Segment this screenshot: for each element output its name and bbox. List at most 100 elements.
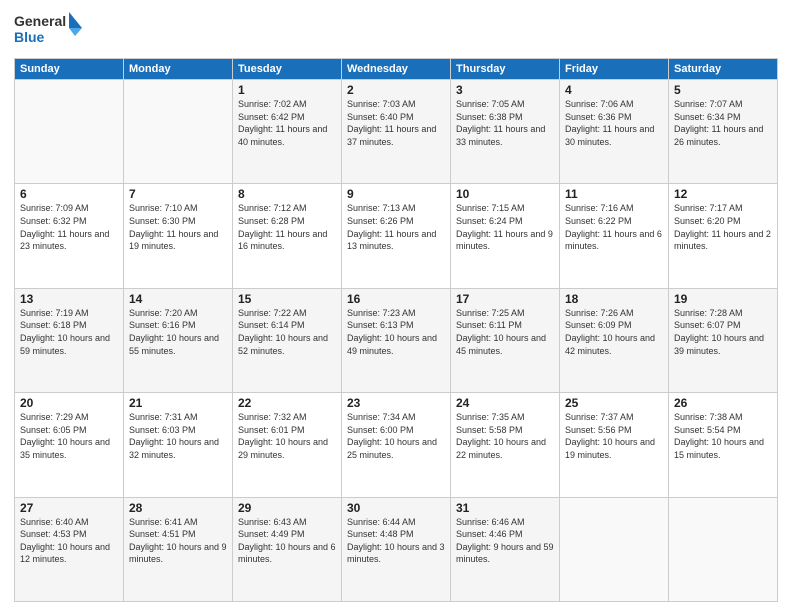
day-info: Sunrise: 7:35 AM Sunset: 5:58 PM Dayligh…: [456, 411, 554, 461]
day-number: 6: [20, 187, 118, 201]
day-header-saturday: Saturday: [669, 59, 778, 80]
day-info: Sunrise: 7:37 AM Sunset: 5:56 PM Dayligh…: [565, 411, 663, 461]
day-number: 14: [129, 292, 227, 306]
calendar-day-cell: 26Sunrise: 7:38 AM Sunset: 5:54 PM Dayli…: [669, 393, 778, 497]
day-number: 13: [20, 292, 118, 306]
day-info: Sunrise: 7:02 AM Sunset: 6:42 PM Dayligh…: [238, 98, 336, 148]
day-info: Sunrise: 6:40 AM Sunset: 4:53 PM Dayligh…: [20, 516, 118, 566]
day-info: Sunrise: 6:41 AM Sunset: 4:51 PM Dayligh…: [129, 516, 227, 566]
day-info: Sunrise: 7:13 AM Sunset: 6:26 PM Dayligh…: [347, 202, 445, 252]
calendar-day-cell: 1Sunrise: 7:02 AM Sunset: 6:42 PM Daylig…: [233, 80, 342, 184]
day-number: 30: [347, 501, 445, 515]
day-info: Sunrise: 7:10 AM Sunset: 6:30 PM Dayligh…: [129, 202, 227, 252]
calendar-day-cell: 5Sunrise: 7:07 AM Sunset: 6:34 PM Daylig…: [669, 80, 778, 184]
day-info: Sunrise: 7:07 AM Sunset: 6:34 PM Dayligh…: [674, 98, 772, 148]
day-info: Sunrise: 7:20 AM Sunset: 6:16 PM Dayligh…: [129, 307, 227, 357]
calendar-day-cell: 28Sunrise: 6:41 AM Sunset: 4:51 PM Dayli…: [124, 497, 233, 601]
day-info: Sunrise: 7:31 AM Sunset: 6:03 PM Dayligh…: [129, 411, 227, 461]
day-number: 10: [456, 187, 554, 201]
day-number: 29: [238, 501, 336, 515]
day-number: 24: [456, 396, 554, 410]
calendar-day-cell: 8Sunrise: 7:12 AM Sunset: 6:28 PM Daylig…: [233, 184, 342, 288]
calendar-day-cell: 17Sunrise: 7:25 AM Sunset: 6:11 PM Dayli…: [451, 288, 560, 392]
day-number: 12: [674, 187, 772, 201]
calendar-day-cell: 22Sunrise: 7:32 AM Sunset: 6:01 PM Dayli…: [233, 393, 342, 497]
calendar-day-cell: 6Sunrise: 7:09 AM Sunset: 6:32 PM Daylig…: [15, 184, 124, 288]
day-number: 20: [20, 396, 118, 410]
day-number: 25: [565, 396, 663, 410]
calendar-day-cell: 25Sunrise: 7:37 AM Sunset: 5:56 PM Dayli…: [560, 393, 669, 497]
day-info: Sunrise: 7:19 AM Sunset: 6:18 PM Dayligh…: [20, 307, 118, 357]
day-number: 26: [674, 396, 772, 410]
calendar-day-cell: 14Sunrise: 7:20 AM Sunset: 6:16 PM Dayli…: [124, 288, 233, 392]
day-info: Sunrise: 7:38 AM Sunset: 5:54 PM Dayligh…: [674, 411, 772, 461]
day-info: Sunrise: 7:23 AM Sunset: 6:13 PM Dayligh…: [347, 307, 445, 357]
logo-svg: General Blue: [14, 10, 84, 52]
day-info: Sunrise: 7:05 AM Sunset: 6:38 PM Dayligh…: [456, 98, 554, 148]
calendar-header-row: SundayMondayTuesdayWednesdayThursdayFrid…: [15, 59, 778, 80]
calendar-day-cell: 13Sunrise: 7:19 AM Sunset: 6:18 PM Dayli…: [15, 288, 124, 392]
day-number: 15: [238, 292, 336, 306]
day-info: Sunrise: 7:32 AM Sunset: 6:01 PM Dayligh…: [238, 411, 336, 461]
calendar-day-cell: 4Sunrise: 7:06 AM Sunset: 6:36 PM Daylig…: [560, 80, 669, 184]
day-header-sunday: Sunday: [15, 59, 124, 80]
svg-text:Blue: Blue: [14, 29, 45, 45]
day-number: 19: [674, 292, 772, 306]
calendar-empty-cell: [124, 80, 233, 184]
day-header-wednesday: Wednesday: [342, 59, 451, 80]
day-info: Sunrise: 6:46 AM Sunset: 4:46 PM Dayligh…: [456, 516, 554, 566]
calendar-day-cell: 11Sunrise: 7:16 AM Sunset: 6:22 PM Dayli…: [560, 184, 669, 288]
day-info: Sunrise: 7:15 AM Sunset: 6:24 PM Dayligh…: [456, 202, 554, 252]
day-info: Sunrise: 7:29 AM Sunset: 6:05 PM Dayligh…: [20, 411, 118, 461]
calendar-day-cell: 23Sunrise: 7:34 AM Sunset: 6:00 PM Dayli…: [342, 393, 451, 497]
calendar-day-cell: 16Sunrise: 7:23 AM Sunset: 6:13 PM Dayli…: [342, 288, 451, 392]
day-number: 17: [456, 292, 554, 306]
day-number: 11: [565, 187, 663, 201]
header: General Blue: [14, 10, 778, 52]
calendar-day-cell: 20Sunrise: 7:29 AM Sunset: 6:05 PM Dayli…: [15, 393, 124, 497]
svg-text:General: General: [14, 13, 66, 29]
day-info: Sunrise: 7:25 AM Sunset: 6:11 PM Dayligh…: [456, 307, 554, 357]
day-number: 1: [238, 83, 336, 97]
day-info: Sunrise: 7:03 AM Sunset: 6:40 PM Dayligh…: [347, 98, 445, 148]
day-info: Sunrise: 7:22 AM Sunset: 6:14 PM Dayligh…: [238, 307, 336, 357]
day-number: 3: [456, 83, 554, 97]
day-number: 23: [347, 396, 445, 410]
day-info: Sunrise: 7:17 AM Sunset: 6:20 PM Dayligh…: [674, 202, 772, 252]
day-number: 16: [347, 292, 445, 306]
calendar-empty-cell: [669, 497, 778, 601]
day-info: Sunrise: 7:06 AM Sunset: 6:36 PM Dayligh…: [565, 98, 663, 148]
day-header-thursday: Thursday: [451, 59, 560, 80]
calendar-week-row: 1Sunrise: 7:02 AM Sunset: 6:42 PM Daylig…: [15, 80, 778, 184]
day-number: 4: [565, 83, 663, 97]
day-number: 5: [674, 83, 772, 97]
day-number: 28: [129, 501, 227, 515]
calendar-week-row: 6Sunrise: 7:09 AM Sunset: 6:32 PM Daylig…: [15, 184, 778, 288]
calendar-day-cell: 29Sunrise: 6:43 AM Sunset: 4:49 PM Dayli…: [233, 497, 342, 601]
calendar-day-cell: 12Sunrise: 7:17 AM Sunset: 6:20 PM Dayli…: [669, 184, 778, 288]
calendar-day-cell: 18Sunrise: 7:26 AM Sunset: 6:09 PM Dayli…: [560, 288, 669, 392]
calendar-day-cell: 10Sunrise: 7:15 AM Sunset: 6:24 PM Dayli…: [451, 184, 560, 288]
calendar-week-row: 27Sunrise: 6:40 AM Sunset: 4:53 PM Dayli…: [15, 497, 778, 601]
day-info: Sunrise: 7:34 AM Sunset: 6:00 PM Dayligh…: [347, 411, 445, 461]
day-number: 22: [238, 396, 336, 410]
calendar-day-cell: 30Sunrise: 6:44 AM Sunset: 4:48 PM Dayli…: [342, 497, 451, 601]
calendar-day-cell: 31Sunrise: 6:46 AM Sunset: 4:46 PM Dayli…: [451, 497, 560, 601]
day-number: 31: [456, 501, 554, 515]
calendar-empty-cell: [15, 80, 124, 184]
day-header-tuesday: Tuesday: [233, 59, 342, 80]
day-header-friday: Friday: [560, 59, 669, 80]
calendar-week-row: 13Sunrise: 7:19 AM Sunset: 6:18 PM Dayli…: [15, 288, 778, 392]
calendar-day-cell: 24Sunrise: 7:35 AM Sunset: 5:58 PM Dayli…: [451, 393, 560, 497]
calendar-empty-cell: [560, 497, 669, 601]
calendar-day-cell: 9Sunrise: 7:13 AM Sunset: 6:26 PM Daylig…: [342, 184, 451, 288]
calendar-day-cell: 15Sunrise: 7:22 AM Sunset: 6:14 PM Dayli…: [233, 288, 342, 392]
day-number: 9: [347, 187, 445, 201]
calendar-day-cell: 3Sunrise: 7:05 AM Sunset: 6:38 PM Daylig…: [451, 80, 560, 184]
day-info: Sunrise: 7:28 AM Sunset: 6:07 PM Dayligh…: [674, 307, 772, 357]
day-number: 8: [238, 187, 336, 201]
logo: General Blue: [14, 10, 84, 52]
day-number: 2: [347, 83, 445, 97]
calendar-day-cell: 2Sunrise: 7:03 AM Sunset: 6:40 PM Daylig…: [342, 80, 451, 184]
calendar-day-cell: 7Sunrise: 7:10 AM Sunset: 6:30 PM Daylig…: [124, 184, 233, 288]
